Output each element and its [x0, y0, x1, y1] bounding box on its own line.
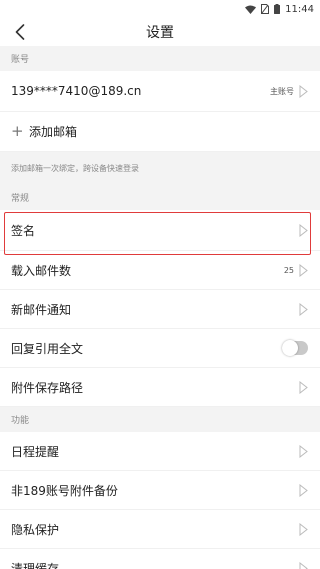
chevron-right-icon	[299, 84, 308, 98]
chevron-right-icon	[299, 483, 308, 497]
back-arrow-icon	[15, 24, 25, 40]
chevron-right-icon	[299, 223, 308, 237]
clear-cache-label: 清理缓存	[11, 561, 60, 569]
add-mailbox-note: 添加邮箱一次绑定，跨设备快速登录	[0, 152, 320, 185]
load-mail-count-value: 25	[283, 265, 294, 275]
schedule-reminder-row[interactable]: 日程提醒	[0, 432, 320, 471]
reply-quote-row: 回复引用全文	[0, 329, 320, 368]
new-mail-notification-label: 新邮件通知	[11, 302, 72, 317]
chevron-right-icon	[299, 444, 308, 458]
status-time: 11:44	[285, 3, 314, 15]
schedule-reminder-label: 日程提醒	[11, 444, 60, 459]
general-section-header: 常规	[0, 185, 320, 210]
add-mailbox-label: 添加邮箱	[29, 125, 78, 139]
new-mail-notification-row[interactable]: 新邮件通知	[0, 290, 320, 329]
chevron-right-icon	[299, 522, 308, 536]
attachment-backup-label: 非189账号附件备份	[11, 483, 118, 498]
account-section-header: 账号	[0, 46, 320, 71]
toggle-knob	[282, 340, 298, 356]
primary-account-badge: 主账号	[270, 86, 294, 96]
add-mailbox-button[interactable]: + 添加邮箱	[0, 112, 320, 152]
account-row[interactable]: 139****7410@189.cn 主账号	[0, 71, 320, 112]
chevron-right-icon	[299, 263, 308, 277]
attachment-path-row[interactable]: 附件保存路径	[0, 368, 320, 407]
signature-row[interactable]: 签名	[0, 210, 320, 251]
feature-section-header: 功能	[0, 407, 320, 432]
reply-quote-toggle[interactable]	[282, 340, 308, 356]
status-bar: 11:44	[0, 0, 320, 18]
attachment-backup-row[interactable]: 非189账号附件备份	[0, 471, 320, 510]
chevron-right-icon	[299, 380, 308, 394]
back-button[interactable]	[8, 20, 32, 44]
clear-cache-row[interactable]: 清理缓存	[0, 549, 320, 569]
no-sim-icon	[261, 4, 270, 14]
account-email: 139****7410@189.cn	[11, 84, 142, 98]
chevron-right-icon	[299, 561, 308, 569]
attachment-path-label: 附件保存路径	[11, 380, 84, 395]
load-mail-count-label: 载入邮件数	[11, 263, 72, 278]
nav-bar: 设置	[0, 18, 320, 46]
load-mail-count-row[interactable]: 载入邮件数 25	[0, 251, 320, 290]
chevron-right-icon	[299, 302, 308, 316]
signature-label: 签名	[11, 223, 36, 238]
battery-icon	[274, 4, 281, 14]
wifi-icon	[245, 5, 257, 14]
reply-quote-label: 回复引用全文	[11, 341, 84, 356]
plus-icon: +	[11, 122, 24, 140]
page-title: 设置	[146, 25, 174, 41]
privacy-protection-row[interactable]: 隐私保护	[0, 510, 320, 549]
privacy-protection-label: 隐私保护	[11, 522, 60, 537]
